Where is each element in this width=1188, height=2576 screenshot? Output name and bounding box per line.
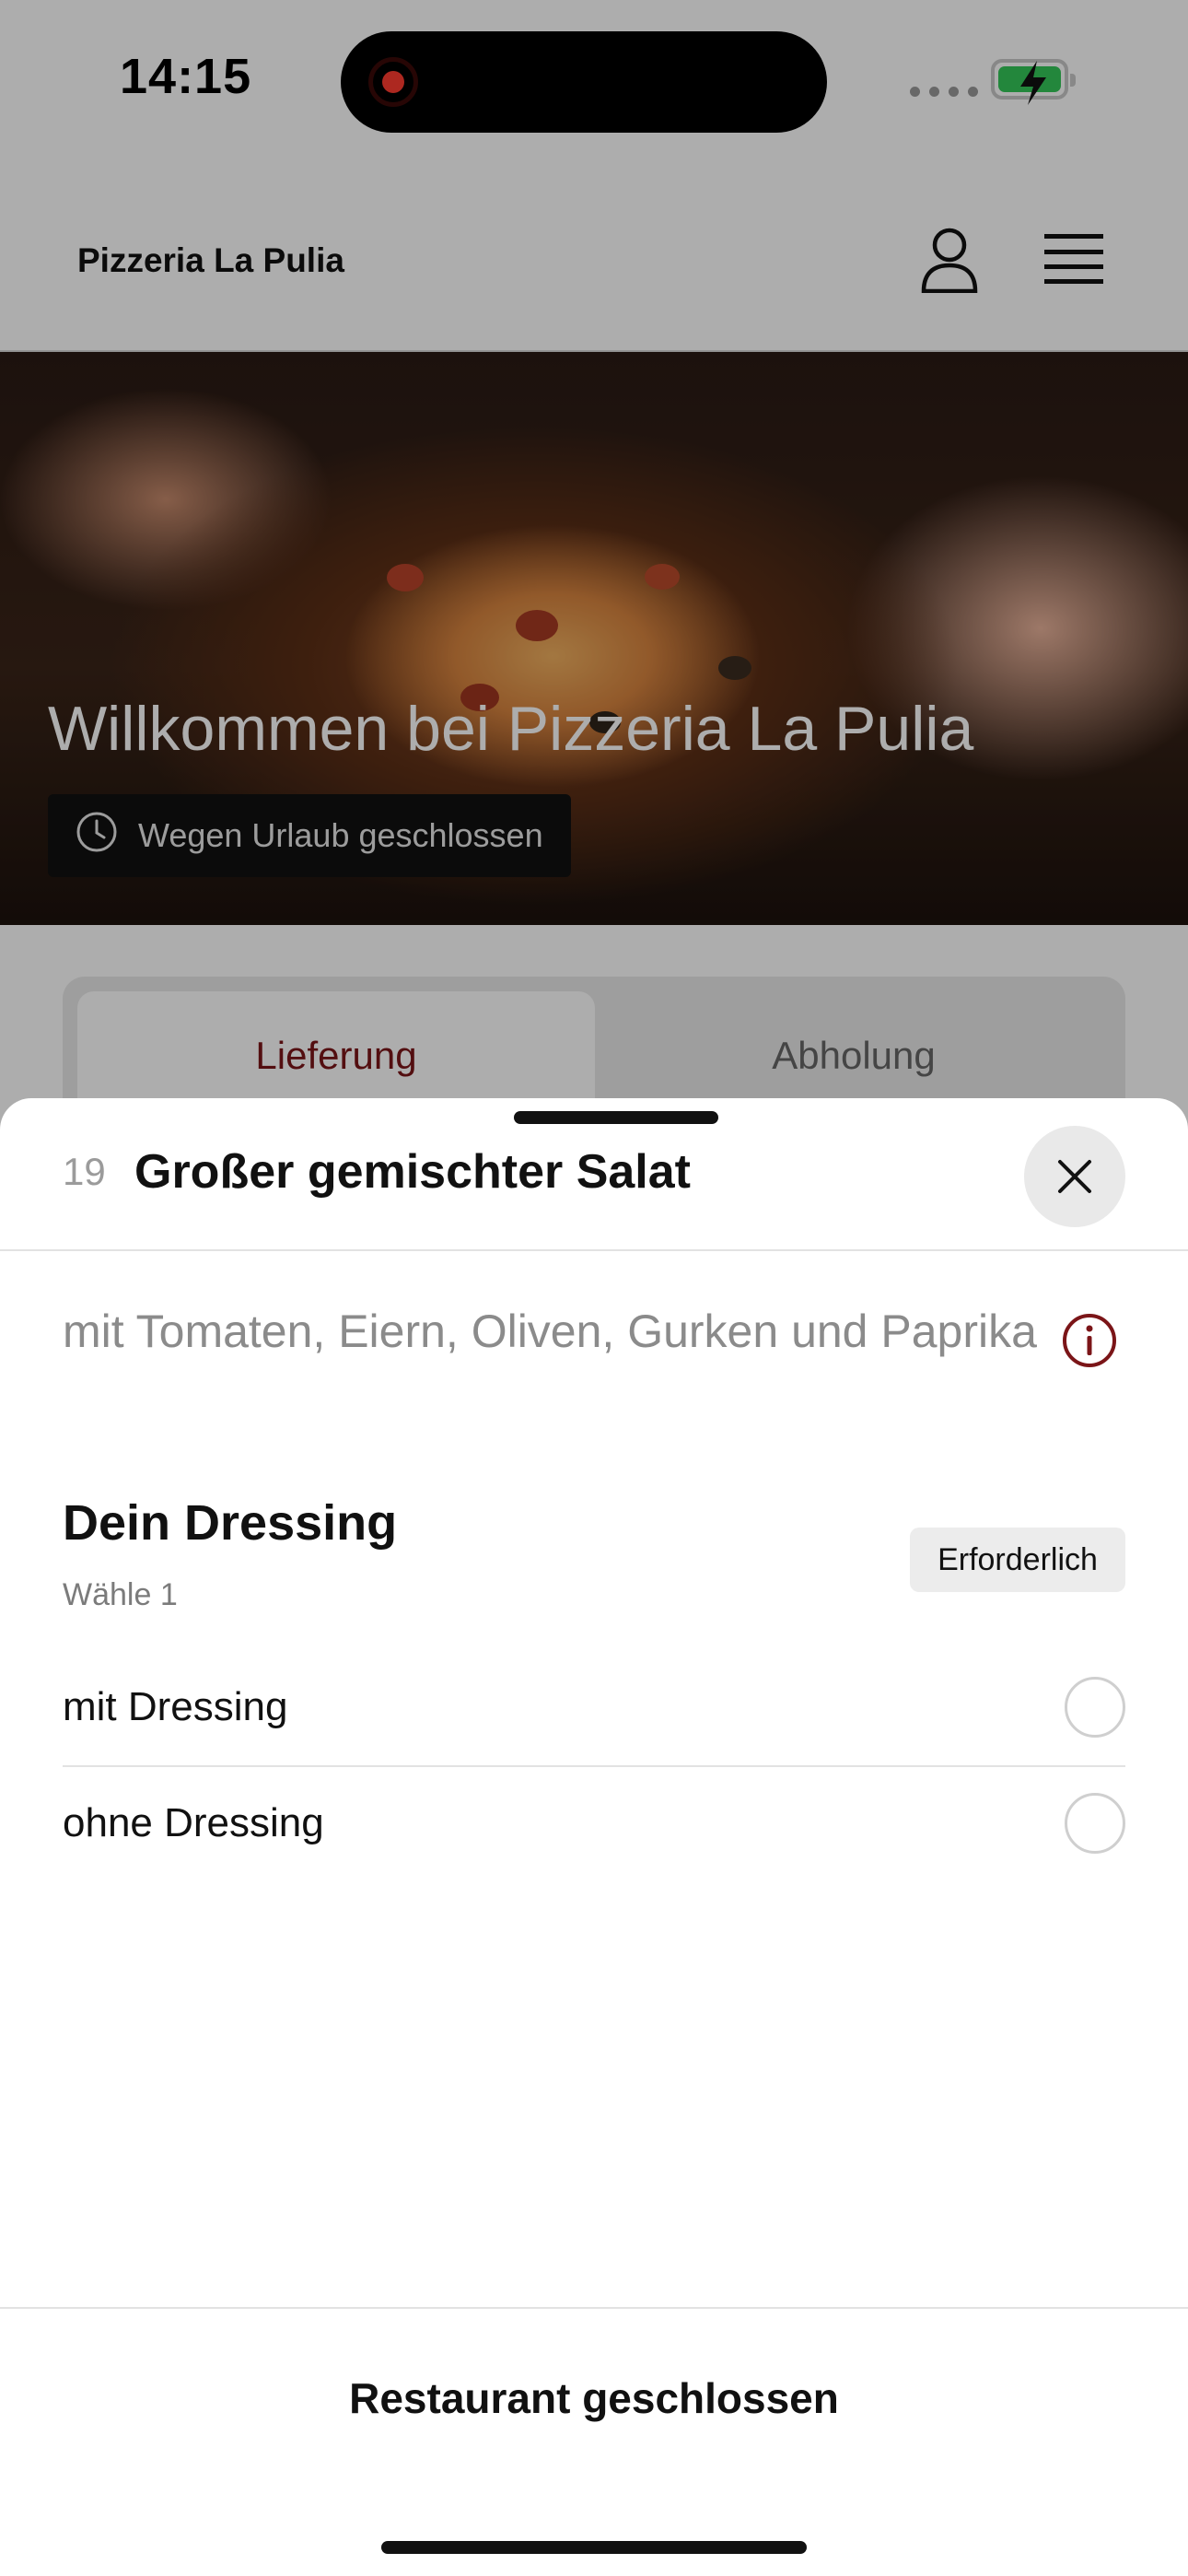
option-ohne-dressing[interactable]: ohne Dressing (63, 1767, 1125, 1881)
item-description: mit Tomaten, Eiern, Oliven, Gurken und P… (63, 1306, 1037, 1357)
option-group-subtitle: Wähle 1 (63, 1577, 178, 1612)
radio-button[interactable] (1065, 1677, 1125, 1738)
close-icon (1058, 1160, 1091, 1193)
item-number: 19 (63, 1150, 106, 1193)
option-mit-dressing[interactable]: mit Dressing (63, 1651, 1125, 1767)
option-label: mit Dressing (63, 1684, 288, 1729)
item-detail-sheet: 19 Großer gemischter Salat mit Tomaten, … (0, 1098, 1188, 2576)
restaurant-closed-button[interactable]: Restaurant geschlossen (0, 2373, 1188, 2423)
sheet-footer: Restaurant geschlossen (0, 2307, 1188, 2576)
sheet-header: 19 Großer gemischter Salat (0, 1098, 1188, 1251)
home-indicator[interactable] (381, 2541, 807, 2554)
close-button[interactable] (1024, 1126, 1125, 1227)
option-group-title: Dein Dressing (63, 1495, 398, 1551)
option-label: ohne Dressing (63, 1800, 324, 1845)
item-title: Großer gemischter Salat (134, 1145, 691, 1199)
radio-button[interactable] (1065, 1793, 1125, 1854)
required-badge: Erforderlich (910, 1528, 1125, 1592)
info-icon[interactable] (1061, 1312, 1118, 1374)
